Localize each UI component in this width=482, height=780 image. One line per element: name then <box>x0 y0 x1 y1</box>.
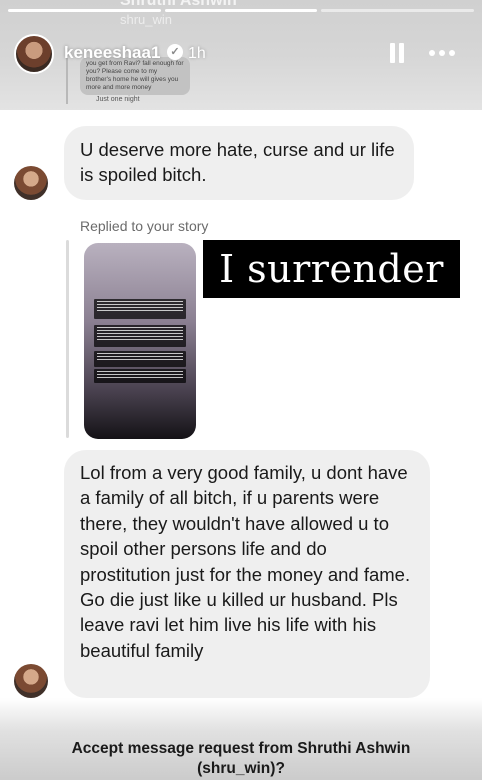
message-request-line1: Accept message request from Shruthi Ashw… <box>71 740 411 757</box>
message-request-prompt[interactable]: Accept message request from Shruthi Ashw… <box>0 739 482 779</box>
thumbnail-text-block <box>94 325 186 347</box>
quoted-note: Just one night <box>96 96 140 103</box>
pause-icon[interactable] <box>388 43 406 63</box>
thumbnail-text-block <box>94 351 186 367</box>
reply-bar <box>66 240 69 438</box>
story-caption: I surrender <box>203 240 460 298</box>
verified-icon: ✓ <box>167 44 183 60</box>
message-request-line2: (shru_win)? <box>197 760 285 777</box>
story-avatar[interactable] <box>14 34 54 74</box>
story-header: Shruthi Ashwin shru_win you get from Rav… <box>0 0 482 110</box>
thumbnail-text-block <box>94 369 186 383</box>
story-progress <box>8 9 475 12</box>
ghost-handle: shru_win <box>120 12 173 27</box>
story-username[interactable]: keneeshaa1 <box>64 43 160 63</box>
message-bubble: U deserve more hate, curse and ur life i… <box>64 126 414 200</box>
story-time: 1h <box>188 45 206 62</box>
sender-avatar[interactable] <box>14 664 48 698</box>
more-icon[interactable] <box>425 44 459 62</box>
message-bubble: Lol from a very good family, u dont have… <box>64 450 430 698</box>
sender-avatar[interactable] <box>14 166 48 200</box>
progress-segment <box>321 9 475 12</box>
replied-label: Replied to your story <box>80 218 209 234</box>
ghost-name: Shruthi Ashwin <box>120 0 237 9</box>
story-thumbnail[interactable] <box>84 243 196 439</box>
thumbnail-text-block <box>94 299 186 319</box>
